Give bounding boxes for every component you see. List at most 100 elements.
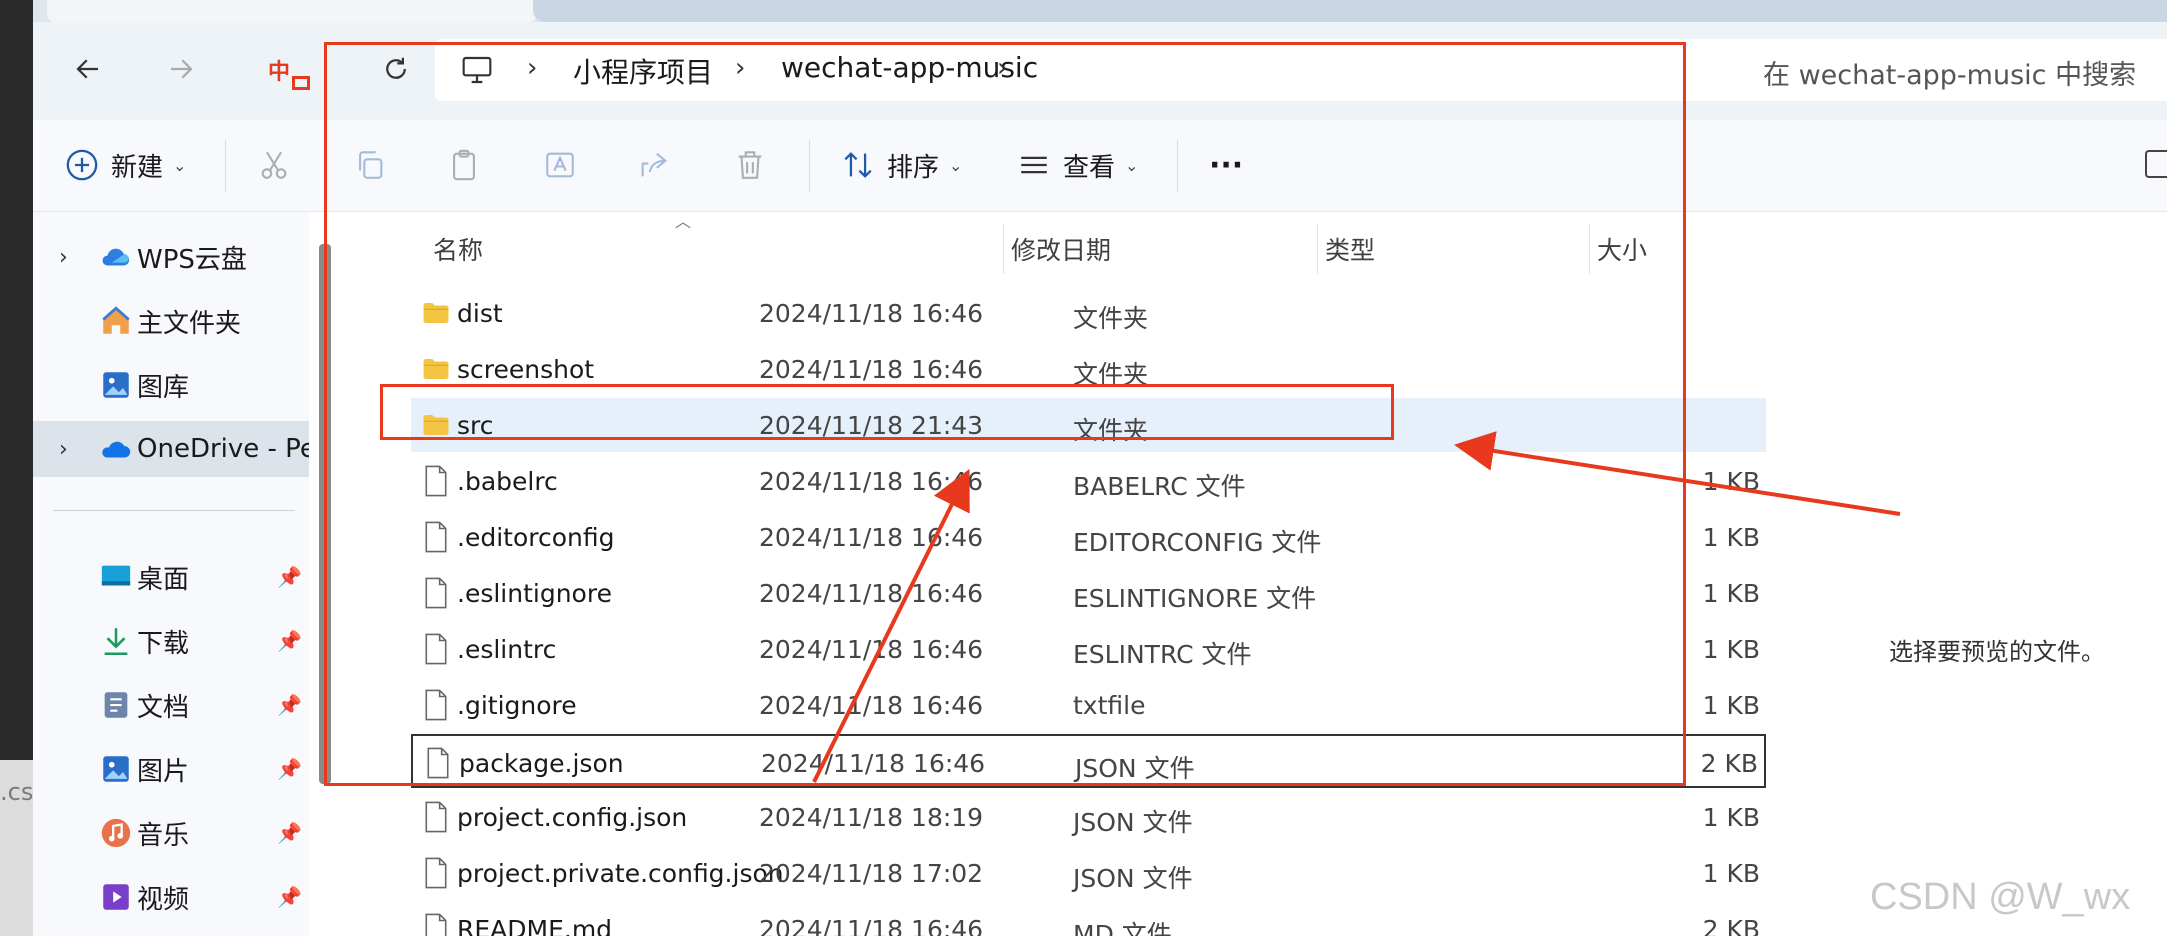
navigation-pane: › WPS云盘 主文件夹 图库 › OneDrive - Per 桌面 📌 下载… xyxy=(33,212,309,936)
column-header-date[interactable]: 修改日期 xyxy=(1011,224,1311,274)
forward-button[interactable] xyxy=(156,44,206,94)
documents-icon xyxy=(104,692,128,718)
copy-button[interactable] xyxy=(353,142,387,188)
details-pane-icon[interactable] xyxy=(2145,150,2167,178)
file-row[interactable]: .babelrc 2024/11/18 16:46 BABELRC 文件 1 KB xyxy=(411,454,1766,508)
breadcrumb[interactable]: › 小程序项目 › wechat-app-music › xyxy=(435,39,1753,101)
file-modified-date: 2024/11/18 16:46 xyxy=(759,355,984,384)
file-type: JSON 文件 xyxy=(1073,864,1193,893)
file-modified-date: 2024/11/18 18:19 xyxy=(759,803,984,832)
file-name: project.config.json xyxy=(457,803,688,832)
column-header-name[interactable]: 名称 xyxy=(411,224,759,274)
pin-icon[interactable]: 📌 xyxy=(277,757,302,781)
file-row[interactable]: src 2024/11/18 21:43 文件夹 xyxy=(411,398,1766,452)
column-divider[interactable] xyxy=(1003,224,1004,274)
share-button[interactable] xyxy=(637,142,671,188)
active-tab[interactable] xyxy=(47,0,537,22)
file-size: 1 KB xyxy=(1702,803,1760,832)
column-header-label: 大小 xyxy=(1597,236,1648,265)
file-row[interactable]: package.json 2024/11/18 16:46 JSON 文件 2 KB xyxy=(411,734,1766,788)
chevron-right-icon[interactable]: › xyxy=(735,53,745,83)
sidebar-item-label: 主文件夹 xyxy=(137,308,242,339)
chevron-right-icon[interactable]: › xyxy=(997,53,1007,83)
sidebar-item-pictures[interactable]: 图片 📌 xyxy=(33,741,309,797)
folder-icon xyxy=(423,415,449,435)
pin-icon[interactable]: 📌 xyxy=(277,629,302,653)
file-row[interactable]: screenshot 2024/11/18 16:46 文件夹 xyxy=(411,342,1766,396)
cut-button[interactable] xyxy=(257,142,291,188)
clipboard-icon xyxy=(453,149,475,181)
file-name: src xyxy=(457,411,494,440)
file-name: .editorconfig xyxy=(457,523,615,552)
sidebar-item-home[interactable]: 主文件夹 xyxy=(33,293,309,349)
pin-icon[interactable]: 📌 xyxy=(277,693,302,717)
view-button[interactable]: 查看 ⌄ xyxy=(1017,142,1138,188)
breadcrumb-item[interactable]: 小程序项目 xyxy=(573,51,713,91)
file-size: 1 KB xyxy=(1702,523,1760,552)
file-explorer-window: › 小程序项目 › wechat-app-music › 在 wechat-ap… xyxy=(33,0,2167,936)
file-name: dist xyxy=(457,299,503,328)
search-box[interactable]: 在 wechat-app-music 中搜索 xyxy=(1733,39,2167,101)
sidebar-item-desktop[interactable]: 桌面 📌 xyxy=(33,549,309,605)
arrow-right-icon xyxy=(171,59,193,79)
pictures-icon xyxy=(103,756,129,782)
refresh-button[interactable] xyxy=(371,44,421,94)
file-name: .eslintrc xyxy=(457,635,557,664)
wps-cloud-icon xyxy=(102,248,130,266)
file-row[interactable]: .editorconfig 2024/11/18 16:46 EDITORCONFI… xyxy=(411,510,1766,564)
sort-button[interactable]: 排序 ⌄ xyxy=(841,142,962,188)
rename-button[interactable] xyxy=(543,142,577,188)
pin-icon[interactable]: 📌 xyxy=(277,565,302,589)
file-icon xyxy=(425,913,447,936)
chevron-right-icon[interactable]: › xyxy=(527,53,537,83)
file-row[interactable]: project.private.config.json 2024/11/18 17… xyxy=(411,846,1766,900)
new-button[interactable]: 新建 ⌄ xyxy=(65,142,186,188)
sidebar-item-music[interactable]: 音乐 📌 xyxy=(33,805,309,861)
column-header-label: 类型 xyxy=(1325,236,1376,265)
file-icon xyxy=(425,857,447,889)
sidebar-item-wps-cloud[interactable]: › WPS云盘 xyxy=(33,229,309,285)
file-modified-date: 2024/11/18 16:46 xyxy=(759,299,984,328)
file-row[interactable]: .gitignore 2024/11/18 16:46 txtfile 1 KB xyxy=(411,678,1766,732)
sidebar-item-label: WPS云盘 xyxy=(137,244,247,275)
sidebar-item-label: 视频 xyxy=(137,884,190,915)
sidebar-item-downloads[interactable]: 下载 📌 xyxy=(33,613,309,669)
sidebar-scrollbar-thumb[interactable] xyxy=(319,244,331,784)
column-header-size[interactable]: 大小 xyxy=(1597,224,1757,274)
sidebar-item-gallery[interactable]: 图库 xyxy=(33,357,309,413)
file-name: README.md xyxy=(457,915,613,936)
music-icon xyxy=(101,818,131,848)
column-divider[interactable] xyxy=(1589,224,1590,274)
file-row[interactable]: README.md 2024/11/18 16:46 MD 文件 2 KB xyxy=(411,902,1766,936)
paste-button[interactable] xyxy=(447,142,481,188)
sidebar-item-label: 音乐 xyxy=(137,820,190,851)
pin-icon[interactable]: 📌 xyxy=(277,821,302,845)
delete-button[interactable] xyxy=(733,142,767,188)
sidebar-item-videos[interactable]: 视频 📌 xyxy=(33,869,309,925)
onedrive-icon xyxy=(102,441,131,458)
file-name: project.private.config.json xyxy=(457,859,784,888)
sidebar-item-documents[interactable]: 文档 📌 xyxy=(33,677,309,733)
tab-strip-background xyxy=(533,0,2167,22)
preview-pane: 选择要预览的文件。 xyxy=(1769,212,2167,936)
file-type: 文件夹 xyxy=(1073,304,1149,333)
search-input[interactable]: 在 wechat-app-music 中搜索 xyxy=(1763,53,2136,92)
file-row[interactable]: project.config.json 2024/11/18 18:19 JSON … xyxy=(411,790,1766,844)
column-header-type[interactable]: 类型 xyxy=(1325,224,1585,274)
more-button[interactable]: ··· xyxy=(1209,142,1243,188)
expand-chevron-icon[interactable]: › xyxy=(59,245,68,270)
refresh-icon xyxy=(386,57,406,79)
file-modified-date: 2024/11/18 16:46 xyxy=(759,691,984,720)
column-divider[interactable] xyxy=(1317,224,1318,274)
file-row[interactable]: .eslintrc 2024/11/18 16:46 ESLINTRC 文件 1 KB xyxy=(411,622,1766,676)
sidebar-divider xyxy=(53,510,295,511)
file-size: 1 KB xyxy=(1702,635,1760,664)
expand-chevron-icon[interactable]: › xyxy=(59,437,68,462)
sidebar-item-onedrive[interactable]: › OneDrive - Per xyxy=(33,421,309,477)
pin-icon[interactable]: 📌 xyxy=(277,885,302,909)
file-row[interactable]: .eslintignore 2024/11/18 16:46 ESLINTIGNOR… xyxy=(411,566,1766,620)
file-modified-date: 2024/11/18 16:46 xyxy=(759,523,984,552)
back-button[interactable] xyxy=(63,44,113,94)
column-header-label: 名称 xyxy=(433,236,484,265)
file-row[interactable]: dist 2024/11/18 16:46 文件夹 xyxy=(411,286,1766,340)
